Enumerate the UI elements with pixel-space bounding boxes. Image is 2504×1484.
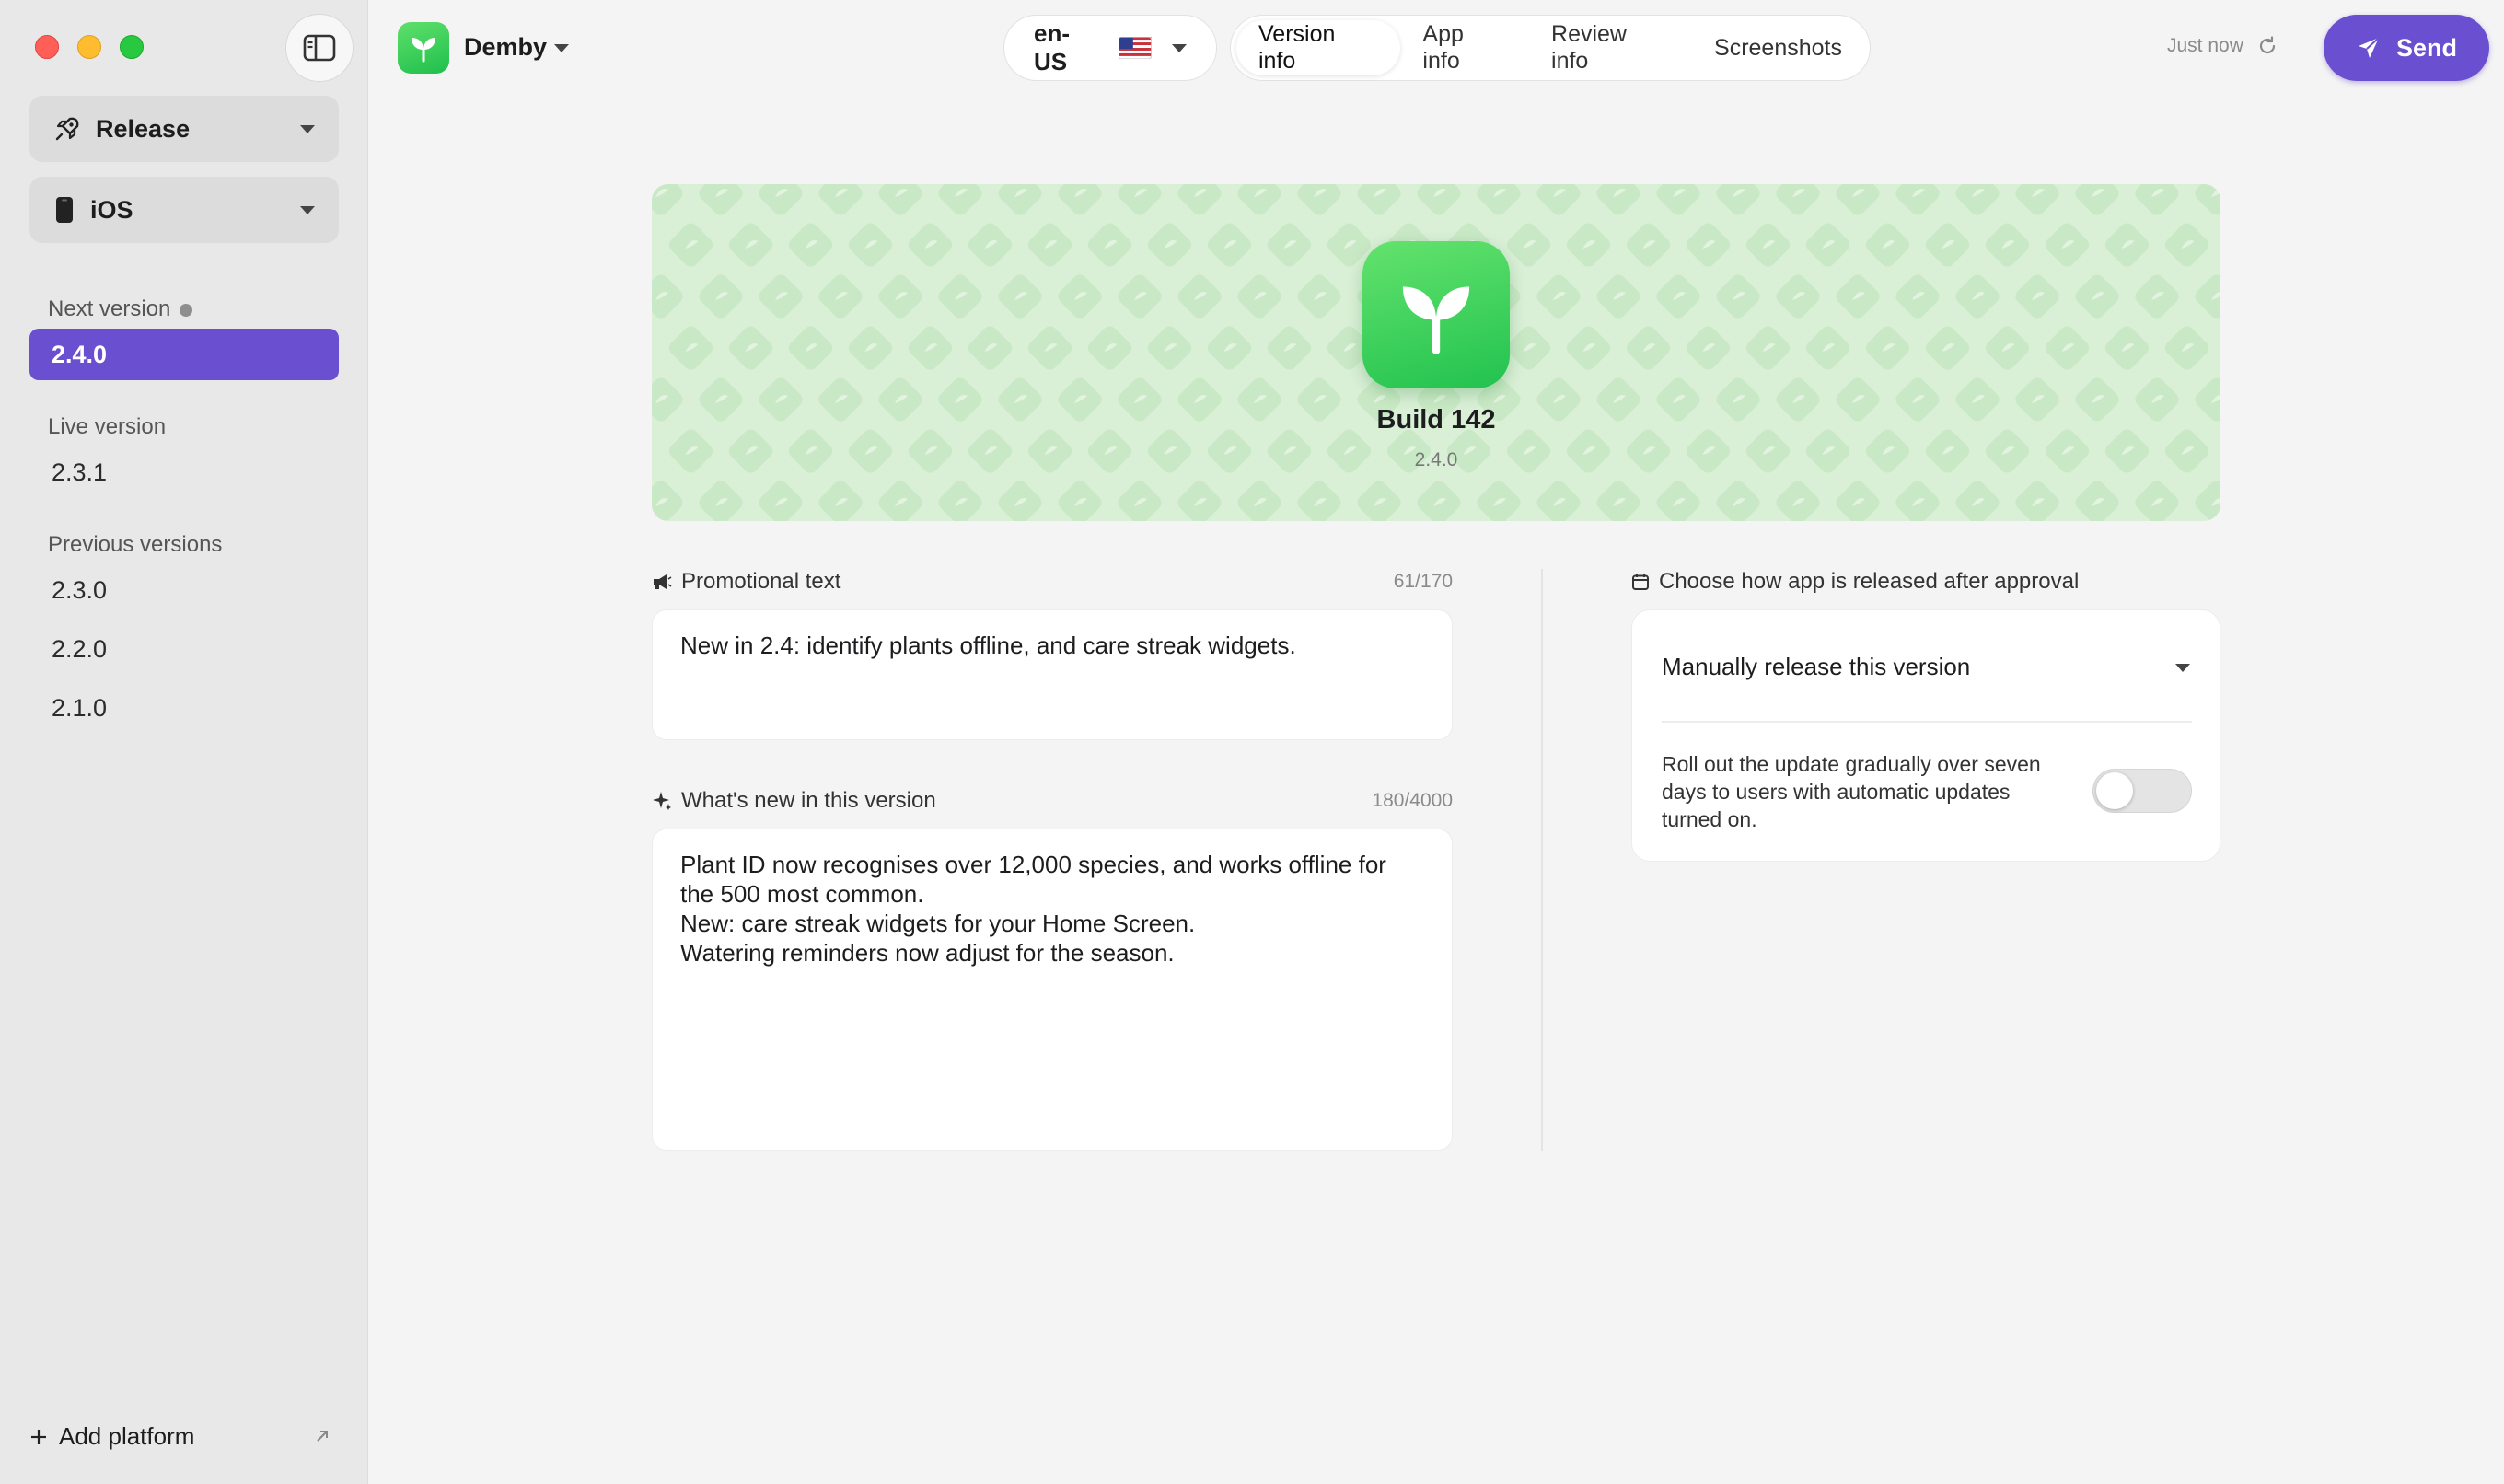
version-item-2-3-0[interactable]: 2.3.0 xyxy=(29,564,339,616)
app-window: Release iOS Next version 2.4.0 Live vers… xyxy=(0,0,2504,1484)
build-version: 2.4.0 xyxy=(1414,449,1458,470)
release-selector[interactable]: Release xyxy=(29,96,339,162)
release-selector-label: Release xyxy=(96,114,191,143)
platform-selector[interactable]: iOS xyxy=(29,177,339,243)
refresh-icon[interactable] xyxy=(2256,35,2278,57)
sync-status-text: Just now xyxy=(2167,35,2243,56)
chevron-down-icon[interactable] xyxy=(2175,664,2190,672)
version-item-2-3-1[interactable]: 2.3.1 xyxy=(29,446,339,498)
tab-version-info[interactable]: Version info xyxy=(1236,20,1401,75)
release-method-label-text: Choose how app is released after approva… xyxy=(1659,569,2080,594)
phased-rollout-toggle[interactable] xyxy=(2092,769,2192,813)
promotional-text-label: Promotional text xyxy=(652,569,840,595)
previous-versions-heading: Previous versions xyxy=(48,532,223,557)
add-platform-button[interactable]: Add platform xyxy=(29,1422,194,1451)
section-tabs: Version info App info Review info Screen… xyxy=(1230,15,1871,81)
whats-new-label: What's new in this version xyxy=(652,788,936,814)
promotional-text-label-text: Promotional text xyxy=(681,569,841,594)
whats-new-line: Watering reminders now adjust for the se… xyxy=(680,939,1175,967)
live-version-heading: Live version xyxy=(48,414,167,439)
whats-new-label-text: What's new in this version xyxy=(681,788,936,813)
whats-new-line: New: care streak widgets for your Home S… xyxy=(680,910,1196,937)
tab-app-info[interactable]: App info xyxy=(1400,20,1529,75)
chevron-down-icon[interactable] xyxy=(554,44,569,52)
column-divider xyxy=(1541,569,1543,1151)
tab-review-info[interactable]: Review info xyxy=(1529,20,1692,75)
add-platform-label: Add platform xyxy=(59,1422,195,1450)
paper-plane-icon xyxy=(2358,37,2380,58)
send-label: Send xyxy=(2395,33,2457,62)
sparkle-icon xyxy=(653,792,671,810)
phone-icon xyxy=(56,197,73,223)
status-dot xyxy=(180,303,193,317)
release-options-card: Manually release this version Roll out t… xyxy=(1631,609,2220,862)
tab-screenshots[interactable]: Screenshots xyxy=(1692,20,1864,75)
build-title: Build 142 xyxy=(1376,405,1496,435)
chevron-down-icon xyxy=(1172,43,1187,52)
whats-new-counter: 180/4000 xyxy=(1372,790,1453,811)
whats-new-field[interactable]: Plant ID now recognises over 12,000 spec… xyxy=(652,829,1453,1151)
chevron-down-icon xyxy=(300,124,315,133)
toggle-sidebar-button[interactable] xyxy=(285,14,354,82)
sync-status: Just now xyxy=(2167,35,2278,57)
divider xyxy=(1662,721,2192,723)
app-icon-large xyxy=(1362,241,1510,388)
version-item-2-4-0[interactable]: 2.4.0 xyxy=(29,329,339,380)
sidebar-toggle-icon xyxy=(303,34,336,62)
chevron-down-icon xyxy=(300,205,315,214)
next-version-heading: Next version xyxy=(48,296,193,322)
calendar-icon xyxy=(1632,574,1649,590)
app-icon[interactable] xyxy=(398,22,449,74)
zoom-window-button[interactable] xyxy=(120,35,144,59)
promotional-text-field[interactable]: New in 2.4: identify plants offline, and… xyxy=(652,609,1453,740)
external-link-icon[interactable] xyxy=(313,1427,331,1445)
send-button[interactable]: Send xyxy=(2324,15,2489,81)
rocket-icon xyxy=(55,117,79,141)
minimize-window-button[interactable] xyxy=(77,35,101,59)
promotional-text-counter: 61/170 xyxy=(1393,571,1453,592)
version-item-2-2-0[interactable]: 2.2.0 xyxy=(29,623,339,675)
sidebar: Release iOS Next version 2.4.0 Live vers… xyxy=(0,0,368,1484)
next-version-heading-text: Next version xyxy=(48,296,171,321)
phased-rollout-description: Roll out the update gradually over seven… xyxy=(1662,752,2041,831)
toggle-knob xyxy=(2096,772,2133,809)
whats-new-line: the 500 most common. xyxy=(680,880,924,908)
plus-icon xyxy=(31,1429,46,1444)
release-method-label: Choose how app is released after approva… xyxy=(1631,569,2079,595)
release-method-select[interactable]: Manually release this version xyxy=(1662,653,1970,681)
locale-selector[interactable]: en-US xyxy=(1003,15,1217,81)
us-flag-icon xyxy=(1119,37,1152,59)
app-name[interactable]: Demby xyxy=(464,33,547,62)
locale-label: en-US xyxy=(1034,19,1070,75)
platform-selector-label: iOS xyxy=(90,195,133,224)
megaphone-icon xyxy=(654,574,672,589)
close-window-button[interactable] xyxy=(35,35,59,59)
whats-new-line: Plant ID now recognises over 12,000 spec… xyxy=(680,851,1386,878)
sprout-icon xyxy=(412,38,435,63)
build-hero-banner: Build 142 2.4.0 xyxy=(652,184,2220,521)
window-controls xyxy=(35,35,144,59)
sprout-icon xyxy=(1402,286,1470,355)
version-item-2-1-0[interactable]: 2.1.0 xyxy=(29,682,339,734)
